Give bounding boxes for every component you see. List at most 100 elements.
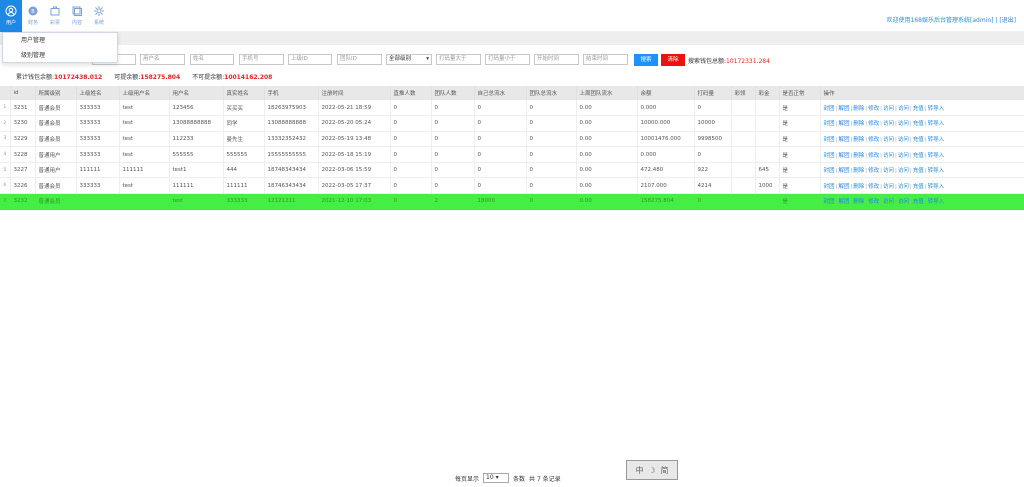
action-link[interactable]: 修改 [868,106,879,112]
action-link[interactable]: 删除 [853,106,864,112]
action-link[interactable]: 转导入 [928,153,945,159]
action-link[interactable]: 访问 [883,168,894,174]
action-link[interactable]: 解团 [838,121,849,127]
action-link[interactable]: 访问 [883,184,894,190]
action-separator: | [850,152,853,159]
level-select[interactable]: 全部级别 ▾ [386,54,432,65]
phone-input[interactable]: 手机号 [239,54,284,65]
action-link[interactable]: 修改 [868,121,879,127]
action-link[interactable]: 访问 [883,199,894,205]
nav-item-user[interactable]: 用户 [0,0,22,32]
action-separator: | [909,121,912,128]
action-link[interactable]: 修改 [868,184,879,190]
table-row[interactable]: 2 3230 普通会员 333333 test 13088888888 同学 13088888… [0,115,1024,132]
ime-mode-indicator[interactable]: 中 [635,465,643,476]
action-link[interactable]: 转导入 [928,184,945,190]
action-link[interactable]: 修改 [868,153,879,159]
action-link[interactable]: 封团 [824,168,835,174]
action-link[interactable]: 解团 [838,184,849,190]
action-link[interactable]: 充值 [913,137,924,143]
table-row[interactable]: 4 3228 普通用户 333333 test 555555 555555 155555555… [0,146,1024,163]
row-number: 3 [0,131,11,148]
start-time-input[interactable]: 开始时间 [534,54,579,65]
nav-item-settings[interactable]: 系统 [88,0,110,32]
action-link[interactable]: 封团 [824,199,835,205]
menu-item-level-management[interactable]: 级别管理 [3,48,117,63]
table-row[interactable]: 6 3226 普通会员 333333 test 111111 111111 187463434… [0,177,1024,195]
team-id-input[interactable]: 团队ID [337,54,382,65]
table-row[interactable]: 3 3229 普通会员 333333 test 112233 曼先生 13332352432 2… [0,131,1024,148]
action-link[interactable]: 充值 [913,184,924,190]
action-link[interactable]: 充值 [913,199,924,205]
action-link[interactable]: 充值 [913,106,924,112]
action-link[interactable]: 充值 [913,168,924,174]
ime-toolbar[interactable]: 中 ☽ 简 [626,460,678,480]
nav-item-finance[interactable]: B 财务 [22,0,44,32]
username-input[interactable]: 用户名 [140,54,185,65]
nav-item-lottery[interactable]: 彩票 [44,0,66,32]
action-link[interactable]: 访问 [883,121,894,127]
nav-label: 内容 [71,20,82,26]
table-cell [119,193,170,210]
action-link[interactable]: 删除 [853,184,864,190]
action-link[interactable]: 解团 [838,199,849,205]
action-link[interactable]: 封团 [824,153,835,159]
action-link[interactable]: 访问 [883,137,894,143]
bet-greater-input[interactable]: 打码量大于 [436,54,481,65]
action-link[interactable]: 访问 [898,199,909,205]
parent-id-input[interactable]: 上级ID [288,54,332,65]
action-link[interactable]: 解团 [838,168,849,174]
action-link[interactable]: 转导入 [928,121,945,127]
action-link[interactable]: 访问 [898,121,909,127]
action-link[interactable]: 修改 [868,168,879,174]
action-link[interactable]: 封团 [824,121,835,127]
search-button[interactable]: 搜索 [634,54,658,66]
table-cell [755,146,780,163]
table-row[interactable]: 5 3227 普通用户 111111 111111 test1 444 18748343434… [0,162,1024,179]
table-row[interactable]: 7 3232 普通会员 test 333333 12121211 2021-12-10 17… [0,193,1024,210]
action-link[interactable]: 访问 [898,184,909,190]
clear-button[interactable]: 清除 [661,54,685,66]
action-link[interactable]: 解团 [838,106,849,112]
action-link[interactable]: 访问 [898,168,909,174]
action-link[interactable]: 删除 [853,153,864,159]
action-link[interactable]: 删除 [853,121,864,127]
action-link[interactable]: 访问 [883,153,894,159]
action-link[interactable]: 修改 [868,199,879,205]
action-separator: | [924,199,927,206]
action-link[interactable]: 删除 [853,199,864,205]
per-page-select[interactable]: 10 ▾ [483,473,510,483]
table-cell: 普通会员 [35,131,77,148]
action-link[interactable]: 删除 [853,168,864,174]
action-link[interactable]: 封团 [824,184,835,190]
action-link[interactable]: 转导入 [928,199,945,205]
action-separator: | [895,136,897,143]
action-link[interactable]: 解团 [838,137,849,143]
moon-icon[interactable]: ☽ [648,466,655,475]
action-link[interactable]: 访问 [898,106,909,112]
action-separator: | [880,121,882,128]
action-link[interactable]: 访问 [898,137,909,143]
table-cell: 0 [474,100,527,117]
welcome-text[interactable]: 欢迎使用168娱乐后台管理系统[admin] | [退出] [887,15,1016,24]
action-link[interactable]: 修改 [868,137,879,143]
action-link[interactable]: 封团 [824,106,835,112]
menu-item-user-management[interactable]: 用户管理 [3,33,117,48]
action-link[interactable]: 充值 [913,153,924,159]
action-link[interactable]: 访问 [898,153,909,159]
ime-simplified-indicator[interactable]: 简 [661,465,669,476]
name-input[interactable]: 姓名 [190,54,234,65]
table-row[interactable]: 1 3231 普通会员 333333 test 123456 买买买 18263975903 2… [0,100,1024,117]
table-cell: 0.00 [576,146,638,163]
bet-less-input[interactable]: 打码量小于 [485,54,530,65]
action-link[interactable]: 访问 [883,106,894,112]
action-link[interactable]: 转导入 [928,137,945,143]
action-link[interactable]: 充值 [913,121,924,127]
action-link[interactable]: 删除 [853,137,864,143]
action-link[interactable]: 转导入 [928,106,945,112]
nav-item-content[interactable]: 内容 [66,0,88,32]
end-time-input[interactable]: 结束时间 [583,54,628,65]
action-link[interactable]: 转导入 [928,168,945,174]
action-link[interactable]: 封团 [824,137,835,143]
action-link[interactable]: 解团 [838,153,849,159]
